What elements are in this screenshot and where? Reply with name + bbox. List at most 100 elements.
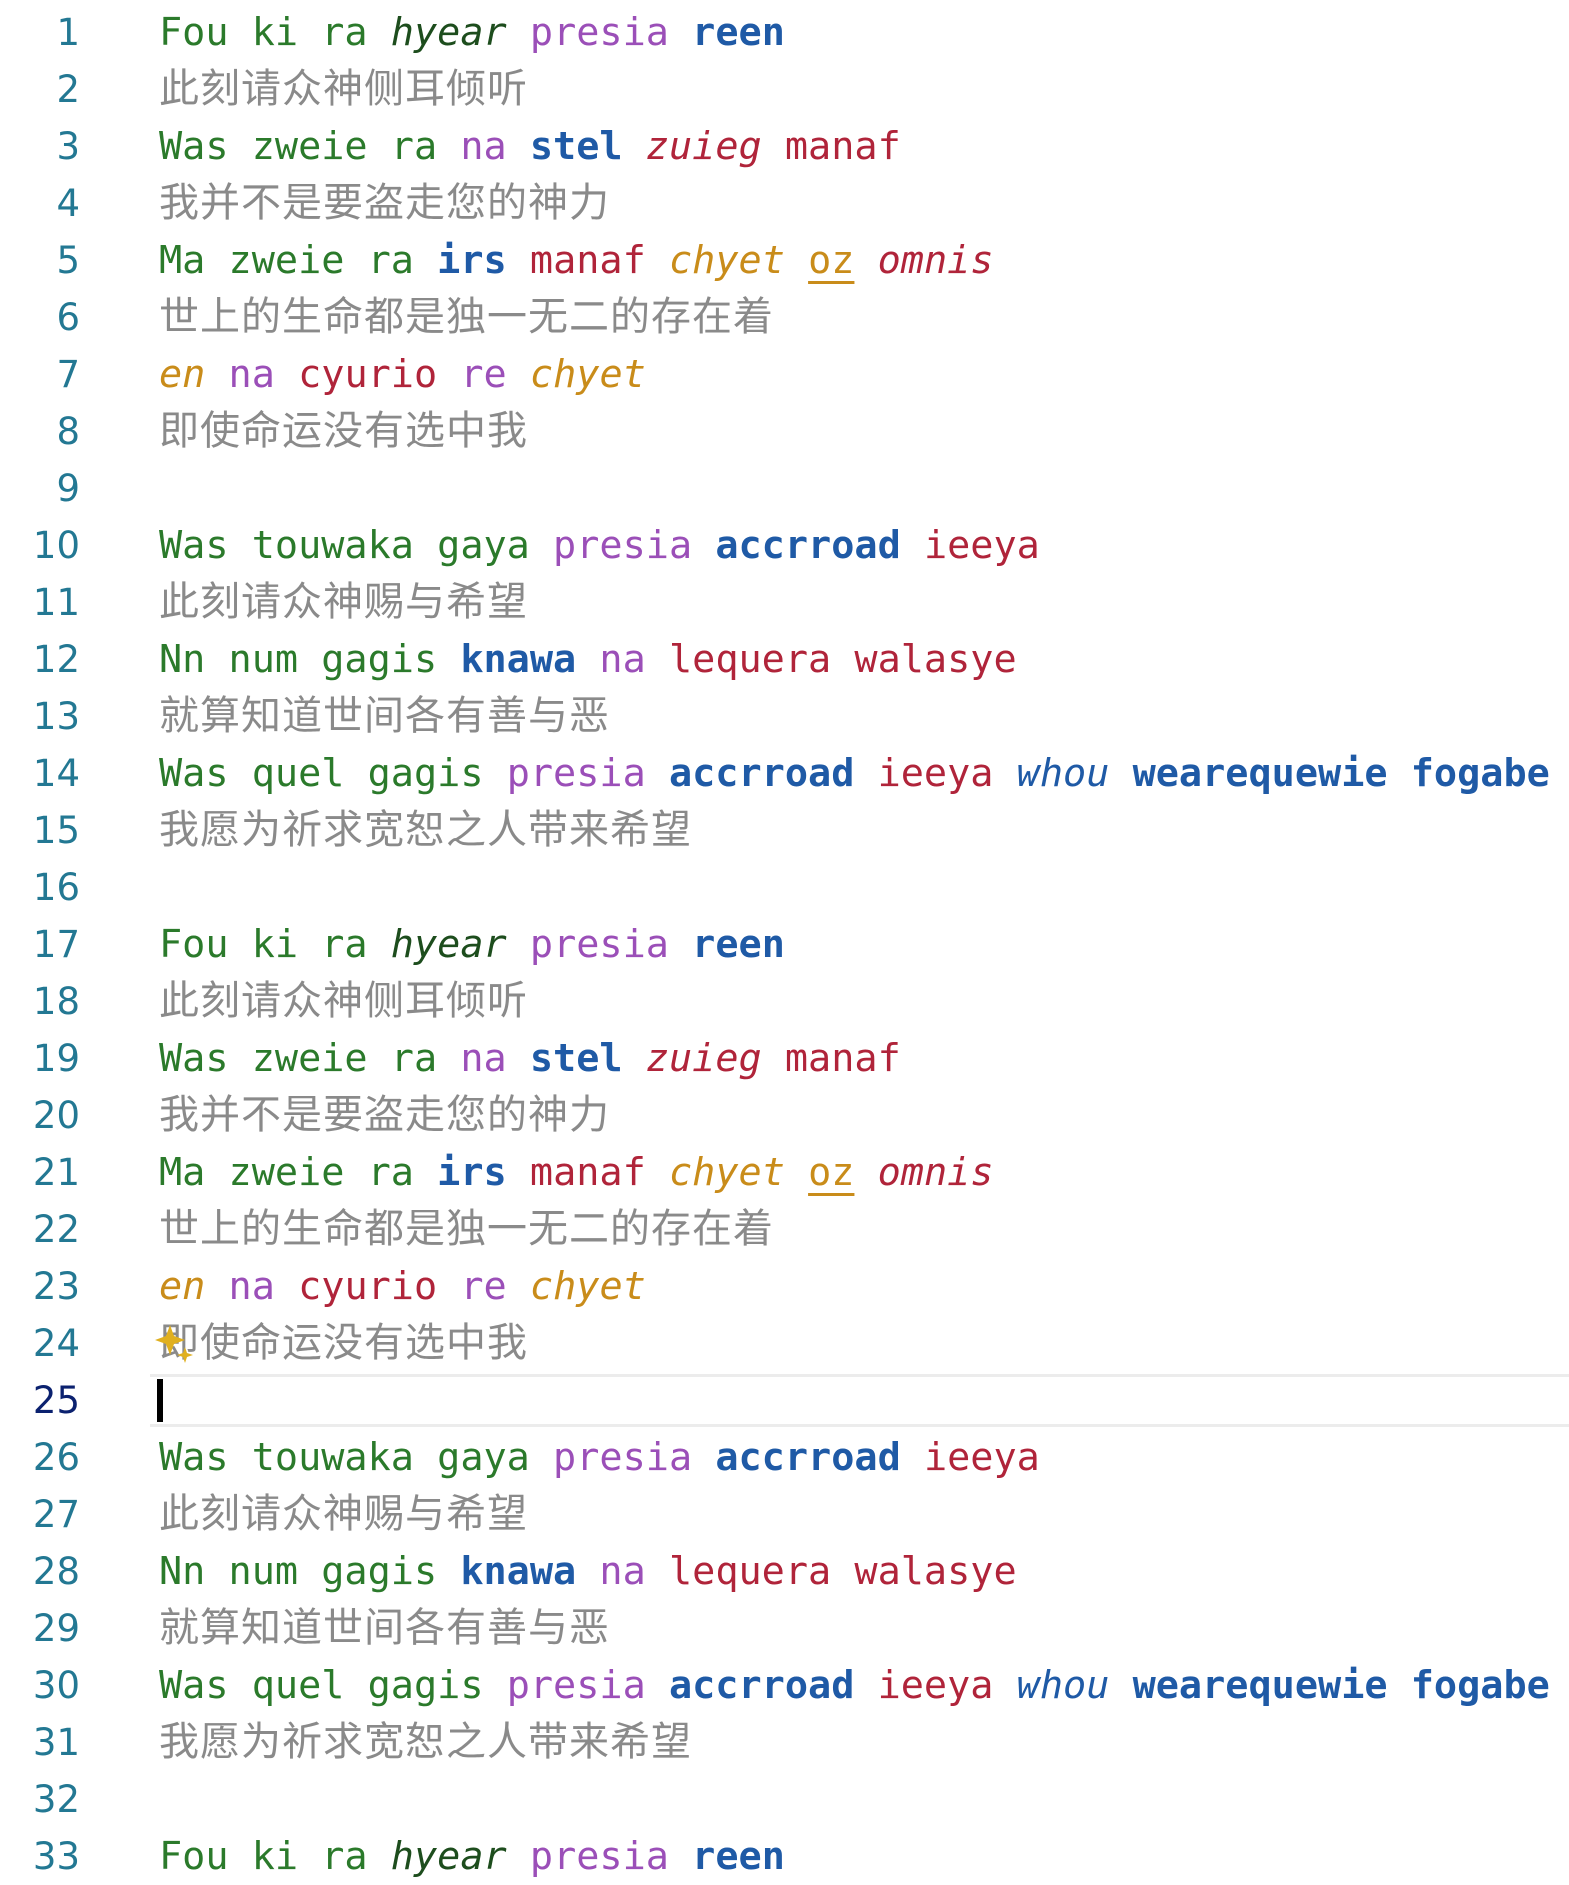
syntax-token: manaf [529,238,646,283]
editor-line[interactable]: 12 Nn num gagis knawa na lequera walasye [0,631,1569,688]
editor-line[interactable]: 8 即使命运没有选中我 [0,403,1569,460]
editor-line[interactable]: 29 就算知道世间各有善与恶 [0,1600,1569,1657]
editor-line[interactable]: 21 Ma zweie ra irs manaf chyet oz omnis [0,1144,1569,1201]
editor-line[interactable]: 13 就算知道世间各有善与恶 [0,688,1569,745]
line-content[interactable]: Was touwaka gaya presia accrroad ieeya [159,1429,1040,1486]
line-content[interactable]: Was quel gagis presia accrroad ieeya who… [159,1657,1550,1714]
syntax-token: ieeya [923,1435,1040,1480]
line-number: 1 [56,11,80,54]
editor-line[interactable]: 2 此刻请众神侧耳倾听 [0,61,1569,118]
line-content[interactable]: 此刻请众神赐与希望 [159,574,528,631]
editor-line[interactable]: 11 此刻请众神赐与希望 [0,574,1569,631]
syntax-token: accrroad [668,751,855,796]
editor-line[interactable]: 26 Was touwaka gaya presia accrroad ieeya [0,1429,1569,1486]
syntax-token [669,922,692,967]
editor-line[interactable]: 17 Fou ki ra hyear presia reen [0,916,1569,973]
syntax-token: chyet [529,1264,646,1309]
line-content[interactable]: Fou ki ra hyear presia reen [159,1828,785,1885]
line-content[interactable]: 世上的生命都是独一无二的存在着 [159,1201,774,1258]
line-content[interactable]: en na cyurio re chyet [159,1258,646,1315]
editor-line[interactable]: 31 我愿为祈求宽恕之人带来希望 [0,1714,1569,1771]
editor-line[interactable]: 23 en na cyurio re chyet [0,1258,1569,1315]
editor-line[interactable]: 3 Was zweie ra na stel zuieg manaf [0,118,1569,175]
line-content[interactable]: Was touwaka gaya presia accrroad ieeya [159,517,1040,574]
line-content[interactable]: Ma zweie ra irs manaf chyet oz omnis [159,1144,994,1201]
line-content[interactable]: 我并不是要盗走您的神力 [159,175,610,232]
syntax-token: accrroad [715,1435,901,1480]
line-content[interactable]: en na cyurio re chyet [159,346,646,403]
editor-line[interactable]: 10 Was touwaka gaya presia accrroad ieeya [0,517,1569,574]
syntax-token [993,1663,1016,1708]
syntax-token: omnis [877,1150,994,1195]
line-number: 22 [32,1208,80,1251]
syntax-token: cyurio [298,352,438,397]
line-content[interactable]: 即使命运没有选中我 [159,403,528,460]
editor-line[interactable]: 33 Fou ki ra hyear presia reen [0,1828,1569,1885]
editor-line[interactable]: 19 Was zweie ra na stel zuieg manaf [0,1030,1569,1087]
syntax-token: presia [553,1435,693,1480]
editor-line[interactable]: 27 此刻请众神赐与希望 [0,1486,1569,1543]
line-content[interactable]: 此刻请众神赐与希望 [159,1486,528,1543]
editor-line[interactable]: 20 我并不是要盗走您的神力 [0,1087,1569,1144]
syntax-token: stel [529,124,623,169]
line-number: 5 [56,239,80,282]
sparkle-icon[interactable] [155,1323,195,1363]
line-content[interactable]: 就算知道世间各有善与恶 [159,1600,610,1657]
syntax-token: zuieg [645,124,762,169]
editor-line[interactable]: 7 en na cyurio re chyet [0,346,1569,403]
syntax-token: oz [808,238,855,283]
line-number: 33 [32,1835,80,1878]
syntax-token [669,1834,692,1879]
line-content[interactable]: Was zweie ra na stel zuieg manaf [159,118,901,175]
chinese-text: 世上的生命都是独一无二的存在着 [159,1206,774,1252]
line-content[interactable]: Fou ki ra hyear presia reen [159,4,785,61]
line-content[interactable]: 我愿为祈求宽恕之人带来希望 [159,802,692,859]
line-content[interactable]: 我愿为祈求宽恕之人带来希望 [159,1714,692,1771]
line-content[interactable]: Was zweie ra na stel zuieg manaf [159,1030,901,1087]
syntax-token: en [159,1264,206,1309]
line-content[interactable]: 世上的生命都是独一无二的存在着 [159,289,774,346]
line-number: 24 [32,1322,80,1365]
syntax-token: manaf [529,1150,646,1195]
syntax-token [854,238,877,283]
line-content[interactable]: 即使命运没有选中我 [159,1315,528,1372]
syntax-token [901,523,924,568]
line-content[interactable]: 我并不是要盗走您的神力 [159,1087,610,1144]
editor-line[interactable]: 5 Ma zweie ra irs manaf chyet oz omnis [0,232,1569,289]
line-content[interactable]: Ma zweie ra irs manaf chyet oz omnis [159,232,994,289]
syntax-token: Fou ki ra [159,1834,391,1879]
syntax-token: na [460,124,507,169]
editor-line[interactable]: 14 Was quel gagis presia accrroad ieeya w… [0,745,1569,802]
editor-line[interactable]: 6 世上的生命都是独一无二的存在着 [0,289,1569,346]
editor-line[interactable]: 22 世上的生命都是独一无二的存在着 [0,1201,1569,1258]
editor-line[interactable]: 15 我愿为祈求宽恕之人带来希望 [0,802,1569,859]
editor-line[interactable]: 30 Was quel gagis presia accrroad ieeya w… [0,1657,1569,1714]
editor-line[interactable]: 9 [0,460,1569,517]
editor-line[interactable]: 18 此刻请众神侧耳倾听 [0,973,1569,1030]
line-content[interactable]: Nn num gagis knawa na lequera walasye [159,1543,1017,1600]
syntax-token [507,1264,530,1309]
editor-line[interactable]: 1 Fou ki ra hyear presia reen [0,4,1569,61]
syntax-token: Fou ki ra [159,922,391,967]
syntax-token: stel [529,1036,623,1081]
line-number: 25 [32,1379,80,1422]
line-number: 4 [56,182,80,225]
editor-line[interactable]: 25 [0,1372,1569,1429]
editor-line[interactable]: 16 [0,859,1569,916]
syntax-token [646,238,669,283]
syntax-token [623,1036,646,1081]
editor-line[interactable]: 4 我并不是要盗走您的神力 [0,175,1569,232]
editor-line[interactable]: 32 [0,1771,1569,1828]
editor-line[interactable]: 28 Nn num gagis knawa na lequera walasye [0,1543,1569,1600]
line-content[interactable]: Fou ki ra hyear presia reen [159,916,785,973]
line-content[interactable]: 就算知道世间各有善与恶 [159,688,610,745]
line-content[interactable]: Was quel gagis presia accrroad ieeya who… [159,745,1550,802]
line-content[interactable]: 此刻请众神侧耳倾听 [159,973,528,1030]
line-content[interactable]: Nn num gagis knawa na lequera walasye [159,631,1017,688]
editor-line[interactable]: 24 即使命运没有选中我 [0,1315,1569,1372]
syntax-token: accrroad [715,523,901,568]
syntax-token: fogabe [1410,751,1550,796]
line-number: 3 [56,125,80,168]
line-content[interactable]: 此刻请众神侧耳倾听 [159,61,528,118]
code-editor[interactable]: 1 Fou ki ra hyear presia reen 2 此刻请众神侧耳倾听 3 W… [0,0,1569,1885]
